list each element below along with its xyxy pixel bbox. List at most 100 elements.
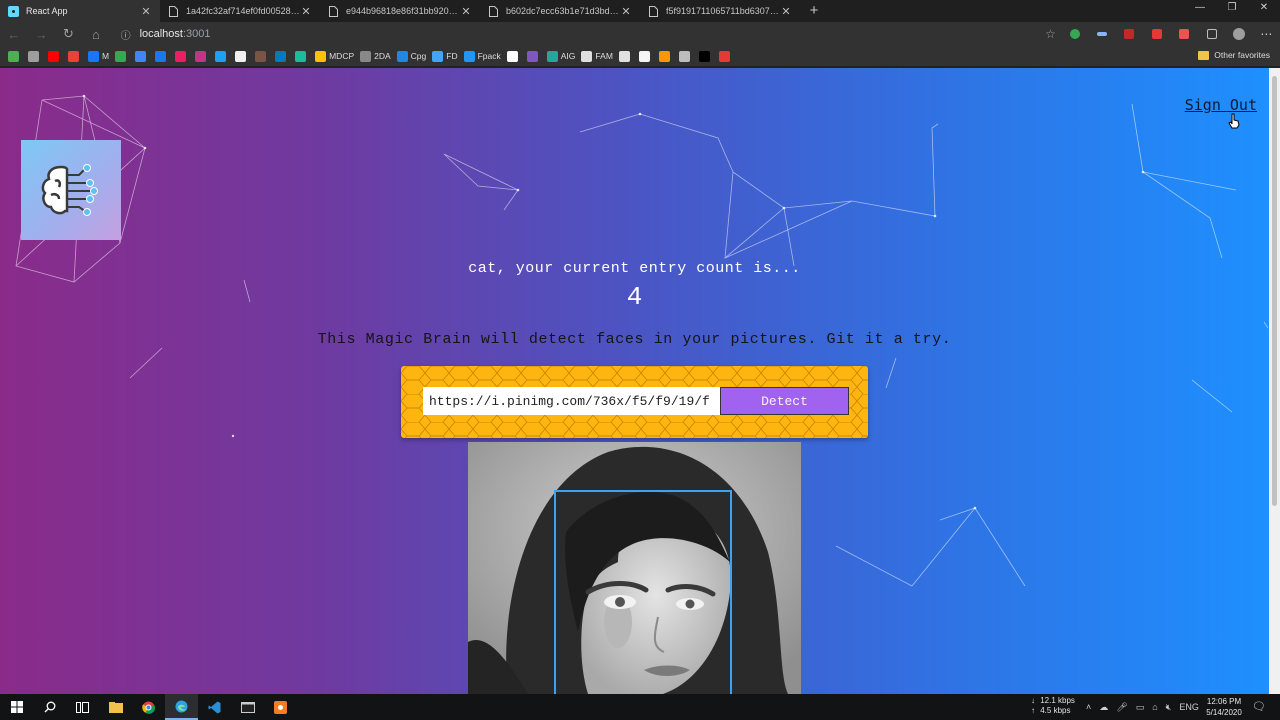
bookmark-item[interactable]: M bbox=[88, 50, 109, 62]
new-tab-button[interactable]: + bbox=[800, 0, 828, 22]
minimize-icon[interactable]: — bbox=[1184, 0, 1216, 22]
scrollbar-thumb[interactable] bbox=[1272, 76, 1277, 506]
home-icon[interactable]: ⌂ bbox=[82, 27, 109, 42]
bookmark-item[interactable] bbox=[28, 50, 42, 62]
bookmark-item[interactable] bbox=[195, 50, 209, 62]
volume-muted-icon[interactable]: 🔇︎ bbox=[1166, 702, 1172, 713]
bookmark-item[interactable] bbox=[638, 50, 653, 62]
tab-image-3[interactable]: b602dc7ecc63b1e71d3bd8df6 ✕ bbox=[480, 0, 640, 22]
extension-green-icon[interactable] bbox=[1061, 29, 1088, 39]
network-icon[interactable]: ⌂ bbox=[1152, 702, 1157, 712]
edge-icon[interactable] bbox=[165, 694, 198, 720]
file-explorer-icon[interactable] bbox=[99, 694, 132, 720]
windows-start-icon[interactable] bbox=[0, 694, 33, 720]
system-clock[interactable]: 12:06 PM 5/14/2020 bbox=[1200, 696, 1248, 718]
page-scrollbar[interactable] bbox=[1269, 68, 1280, 694]
notification-center-icon[interactable]: 🗨︎ bbox=[1252, 700, 1266, 713]
page-icon bbox=[328, 5, 339, 17]
bookmark-favicon-icon bbox=[235, 50, 247, 62]
close-window-icon[interactable]: ✕ bbox=[1248, 0, 1280, 22]
close-tab-icon[interactable]: ✕ bbox=[140, 5, 152, 18]
extension-pdf-icon[interactable] bbox=[1171, 29, 1198, 39]
bookmark-item[interactable] bbox=[698, 50, 713, 62]
bookmark-item[interactable] bbox=[8, 50, 22, 62]
sign-out-link[interactable]: Sign Out bbox=[1185, 96, 1257, 114]
back-arrow-icon[interactable]: ← bbox=[0, 27, 27, 42]
entry-count: 4 bbox=[626, 282, 643, 312]
bookmark-item[interactable] bbox=[115, 50, 129, 62]
extension-ublock-icon[interactable] bbox=[1116, 29, 1143, 39]
extension-dots-icon[interactable] bbox=[1088, 32, 1115, 36]
bookmark-favicon-icon bbox=[175, 50, 187, 62]
bookmark-item[interactable] bbox=[155, 50, 169, 62]
image-url-input[interactable] bbox=[423, 387, 721, 415]
bookmark-item[interactable] bbox=[175, 50, 189, 62]
system-tray: ˄ ☁ 🎤︎ ▭ ⌂ 🔇︎ ENG bbox=[1086, 694, 1207, 720]
bookmark-favicon-icon bbox=[360, 50, 372, 62]
microphone-icon[interactable]: 🎤︎ bbox=[1116, 702, 1127, 713]
close-tab-icon[interactable]: ✕ bbox=[300, 5, 312, 18]
bookmark-favicon-icon bbox=[638, 50, 650, 62]
vscode-icon[interactable] bbox=[198, 694, 231, 720]
bookmark-favicon-icon bbox=[115, 50, 127, 62]
bookmark-item[interactable] bbox=[215, 50, 229, 62]
bookmark-item[interactable] bbox=[658, 50, 673, 62]
bookmark-label: AIG bbox=[560, 51, 576, 61]
other-favorites[interactable]: Other favorites bbox=[1198, 50, 1270, 60]
bookmark-item[interactable] bbox=[48, 50, 62, 62]
chrome-icon[interactable] bbox=[132, 694, 165, 720]
close-tab-icon[interactable]: ✕ bbox=[780, 5, 792, 18]
bookmark-item[interactable] bbox=[295, 50, 309, 62]
info-icon[interactable]: ⓘ bbox=[118, 27, 134, 42]
tab-image-2[interactable]: e944b96818e86f31bb9208f441f ✕ bbox=[320, 0, 480, 22]
close-tab-icon[interactable]: ✕ bbox=[460, 5, 472, 18]
restore-icon[interactable]: ❐ bbox=[1216, 0, 1248, 22]
bookmark-item[interactable] bbox=[68, 50, 82, 62]
bookmark-item[interactable]: FAM bbox=[581, 50, 613, 62]
bookmark-favicon-icon bbox=[526, 50, 538, 62]
bookmark-star-icon[interactable]: ☆ bbox=[1040, 27, 1061, 41]
media-app-icon[interactable] bbox=[264, 694, 297, 720]
close-tab-icon[interactable]: ✕ bbox=[620, 5, 632, 18]
bookmarks-bar: M MDCP 2DA Cpg FD Fpack AIG FAM Other favorites bbox=[0, 46, 1280, 67]
reload-icon[interactable]: ↻ bbox=[55, 26, 82, 42]
bookmark-item[interactable]: MDCP bbox=[315, 50, 354, 62]
profile-avatar-icon[interactable] bbox=[1225, 28, 1252, 40]
tab-react-app[interactable]: React App ✕ bbox=[0, 0, 160, 22]
bookmark-item[interactable] bbox=[506, 50, 521, 62]
more-menu-icon[interactable]: ⋯ bbox=[1253, 27, 1280, 41]
language-indicator[interactable]: ENG bbox=[1179, 702, 1199, 712]
bookmark-favicon-icon bbox=[678, 50, 690, 62]
extension-red-icon[interactable] bbox=[1143, 29, 1170, 39]
bookmark-item[interactable]: Cpg bbox=[396, 50, 426, 62]
bookmark-item[interactable]: AIG bbox=[546, 50, 576, 62]
battery-icon[interactable]: ▭ bbox=[1136, 702, 1145, 713]
address-bar[interactable]: ⓘ localhost:3001 bbox=[118, 24, 973, 44]
bookmark-item[interactable] bbox=[135, 50, 149, 62]
bookmark-item[interactable] bbox=[235, 50, 249, 62]
search-icon[interactable] bbox=[33, 694, 66, 720]
tab-image-1[interactable]: 1a42fc32af714ef0fd005286e95c ✕ bbox=[160, 0, 320, 22]
bookmark-favicon-icon bbox=[195, 50, 207, 62]
detect-button[interactable]: Detect bbox=[720, 387, 849, 415]
bookmark-item[interactable] bbox=[275, 50, 289, 62]
bookmark-item[interactable] bbox=[526, 50, 541, 62]
bookmark-item[interactable]: Fpack bbox=[463, 50, 501, 62]
bookmark-item[interactable] bbox=[678, 50, 693, 62]
image-link-form: Detect bbox=[401, 366, 868, 438]
cloud-icon[interactable]: ☁ bbox=[1099, 702, 1108, 713]
bookmark-item[interactable] bbox=[718, 50, 733, 62]
collections-icon[interactable] bbox=[1198, 29, 1225, 39]
bookmark-item[interactable]: 2DA bbox=[360, 50, 391, 62]
forward-arrow-icon[interactable]: → bbox=[27, 27, 54, 42]
task-view-icon[interactable] bbox=[66, 694, 99, 720]
tab-image-4[interactable]: f5f9191711065711bd630750990 ✕ bbox=[640, 0, 800, 22]
bookmark-item[interactable] bbox=[618, 50, 633, 62]
chevron-up-icon[interactable]: ˄ bbox=[1086, 702, 1091, 712]
bookmark-item[interactable] bbox=[255, 50, 269, 62]
bookmark-item[interactable]: FD bbox=[432, 50, 458, 62]
terminal-icon[interactable] bbox=[231, 694, 264, 720]
bookmark-favicon-icon bbox=[581, 50, 593, 62]
bookmark-label: Fpack bbox=[477, 51, 501, 61]
tab-title: React App bbox=[26, 6, 68, 16]
